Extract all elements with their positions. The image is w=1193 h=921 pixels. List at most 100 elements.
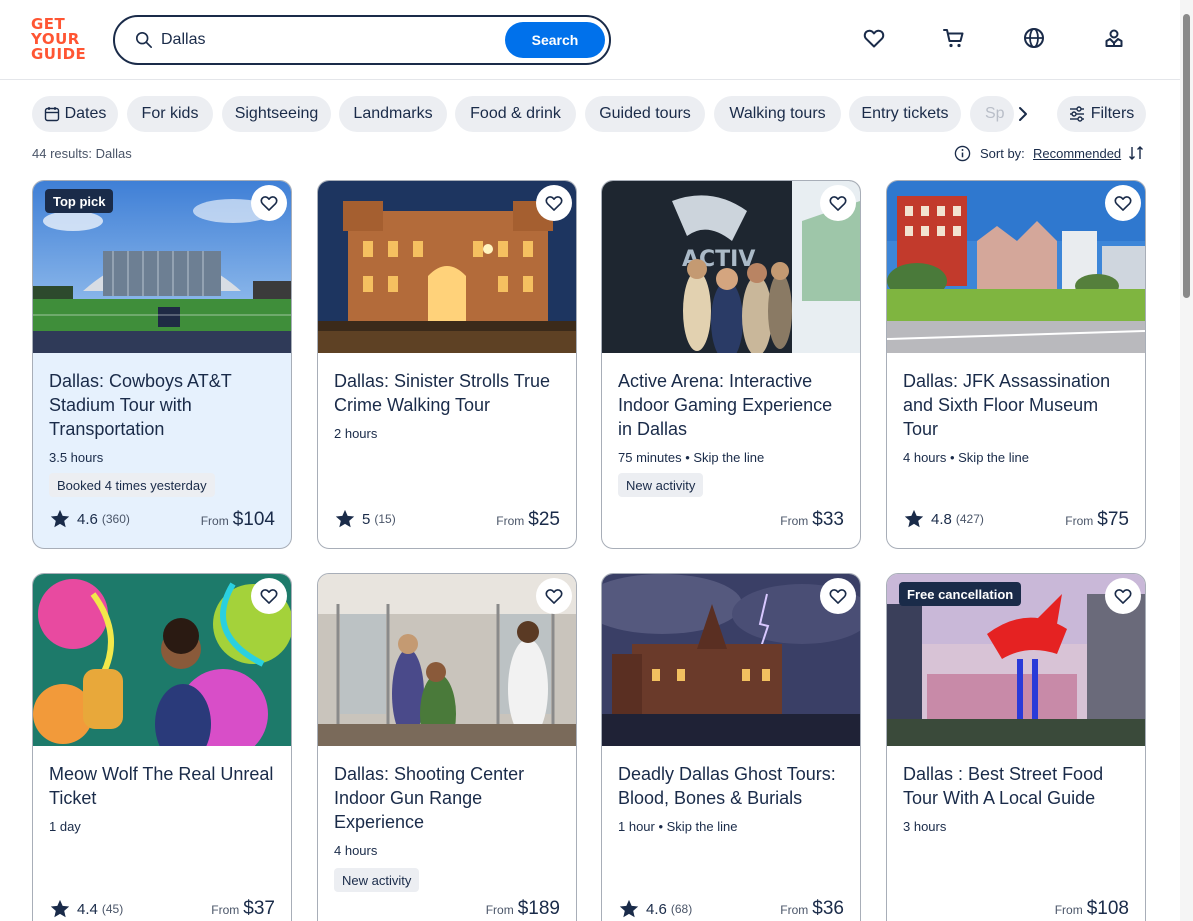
rating: 5 (15)	[334, 507, 396, 531]
heart-icon[interactable]	[862, 26, 886, 50]
chip-label: Sp	[985, 105, 1005, 122]
activity-image[interactable]	[318, 574, 576, 746]
chip-entry-tickets[interactable]: Entry tickets	[849, 96, 961, 132]
wishlist-button[interactable]	[820, 578, 856, 614]
activity-card[interactable]: Dallas: Shooting Center Indoor Gun Range…	[317, 573, 577, 921]
search-button[interactable]: Search	[505, 22, 605, 58]
activity-image[interactable]	[33, 574, 291, 746]
activity-card[interactable]: Free cancellation Dallas : Best Street F…	[886, 573, 1146, 921]
chevron-right-icon[interactable]	[1013, 104, 1033, 124]
activity-title[interactable]: Meow Wolf The Real Unreal Ticket	[49, 762, 281, 810]
review-count: (68)	[670, 902, 693, 916]
activity-title[interactable]: Active Arena: Interactive Indoor Gaming …	[618, 369, 850, 441]
wishlist-button[interactable]	[1105, 578, 1141, 614]
chip-walking-tours[interactable]: Walking tours	[714, 96, 841, 132]
activity-card[interactable]: Meow Wolf The Real Unreal Ticket 1 day 4…	[32, 573, 292, 921]
activity-image[interactable]	[887, 181, 1145, 353]
chip-guided-tours[interactable]: Guided tours	[585, 96, 705, 132]
price: From $33	[780, 509, 844, 535]
heart-outline-icon	[1114, 196, 1132, 211]
activity-image[interactable]: Top pick	[33, 181, 291, 353]
price: From $25	[496, 509, 560, 535]
scrollbar-thumb[interactable]	[1183, 14, 1190, 298]
review-count: (427)	[955, 512, 984, 526]
wishlist-button[interactable]	[1105, 185, 1141, 221]
cart-icon[interactable]	[942, 26, 966, 50]
chip-sports-partial[interactable]: Sp	[970, 96, 1014, 132]
sort-arrows-icon[interactable]	[1128, 144, 1144, 162]
top-pick-badge: Top pick	[45, 189, 114, 213]
heart-outline-icon	[829, 589, 847, 604]
activity-image[interactable]	[602, 574, 860, 746]
activity-card[interactable]: Deadly Dallas Ghost Tours: Blood, Bones …	[601, 573, 861, 921]
wishlist-button[interactable]	[251, 185, 287, 221]
activity-title[interactable]: Dallas: Sinister Strolls True Crime Walk…	[334, 369, 566, 417]
chip-label: Dates	[64, 105, 107, 122]
wishlist-button[interactable]	[536, 185, 572, 221]
chip-for-kids[interactable]: For kids	[127, 96, 213, 132]
activity-card[interactable]: Dallas: Sinister Strolls True Crime Walk…	[317, 180, 577, 549]
sliders-icon	[1069, 106, 1084, 122]
activity-title[interactable]: Dallas: JFK Assassination and Sixth Floo…	[903, 369, 1135, 441]
price-amount: $75	[1097, 509, 1129, 530]
rating-value: 4.6	[77, 510, 98, 528]
activity-duration: 4 hours	[334, 843, 378, 858]
heart-outline-icon	[545, 589, 563, 604]
activity-card[interactable]: Dallas: JFK Assassination and Sixth Floo…	[886, 180, 1146, 549]
price-amount: $37	[243, 898, 275, 919]
info-icon[interactable]	[954, 145, 971, 162]
activity-image[interactable]: ACTIV	[602, 181, 860, 353]
price-amount: $108	[1086, 898, 1129, 919]
wishlist-button[interactable]	[251, 578, 287, 614]
activity-card[interactable]: Top pick Dallas: Cowboys AT&T Stadium To…	[32, 180, 292, 549]
logo-line-3: GUIDE	[31, 45, 87, 63]
wishlist-button[interactable]	[820, 185, 856, 221]
price-from-label: From	[1065, 514, 1094, 528]
chip-label: Guided tours	[599, 105, 691, 122]
rating-value: 5	[362, 510, 371, 528]
review-count: (15)	[374, 512, 396, 526]
activity-card[interactable]: ACTIV Active Arena: Interactive Indoor G…	[601, 180, 861, 549]
activity-title[interactable]: Dallas : Best Street Food Tour With A Lo…	[903, 762, 1135, 810]
price-amount: $36	[812, 898, 844, 919]
activity-image[interactable]: Free cancellation	[887, 574, 1145, 746]
price: From $75	[1065, 509, 1129, 535]
chip-label: Food & drink	[470, 105, 561, 122]
heart-outline-icon	[260, 589, 278, 604]
profile-icon[interactable]	[1102, 26, 1126, 50]
price: From $108	[1055, 898, 1129, 921]
page-scrollbar[interactable]	[1180, 0, 1193, 921]
price-from-label: From	[780, 903, 809, 917]
chip-label: Landmarks	[353, 105, 433, 122]
chip-sightseeing[interactable]: Sightseeing	[222, 96, 331, 132]
price-amount: $33	[812, 509, 844, 530]
activity-duration: 3.5 hours	[49, 450, 104, 465]
search-input[interactable]	[161, 28, 501, 52]
chip-label: For kids	[141, 105, 199, 122]
activity-image[interactable]	[318, 181, 576, 353]
activity-title[interactable]: Dallas: Shooting Center Indoor Gun Range…	[334, 762, 566, 834]
activity-duration: 4 hours • Skip the line	[903, 450, 1029, 465]
star-icon	[50, 509, 70, 528]
filters-button[interactable]: Filters	[1057, 96, 1146, 132]
sort-value[interactable]: Recommended	[1033, 146, 1121, 161]
filters-label: Filters	[1090, 105, 1135, 122]
chip-dates[interactable]: Dates	[32, 96, 118, 132]
heart-outline-icon	[829, 196, 847, 211]
rating: 4.8 (427)	[903, 507, 984, 531]
globe-icon[interactable]	[1022, 26, 1046, 50]
wishlist-button[interactable]	[536, 578, 572, 614]
chip-landmarks[interactable]: Landmarks	[339, 96, 447, 132]
new-activity-tag: New activity	[618, 473, 704, 497]
sort-label: Sort by:	[980, 146, 1025, 161]
getyourguide-logo[interactable]: GET YOUR GUIDE	[31, 17, 91, 63]
sort-control[interactable]: Sort by: Recommended	[954, 144, 1146, 164]
price-amount: $104	[232, 509, 275, 530]
chip-food-drink[interactable]: Food & drink	[455, 96, 576, 132]
price-from-label: From	[1054, 903, 1083, 917]
activity-title[interactable]: Dallas: Cowboys AT&T Stadium Tour with T…	[49, 369, 281, 441]
price-amount: $189	[517, 898, 560, 919]
activity-duration: 3 hours	[903, 819, 947, 834]
activity-title[interactable]: Deadly Dallas Ghost Tours: Blood, Bones …	[618, 762, 850, 810]
star-icon	[904, 509, 924, 528]
